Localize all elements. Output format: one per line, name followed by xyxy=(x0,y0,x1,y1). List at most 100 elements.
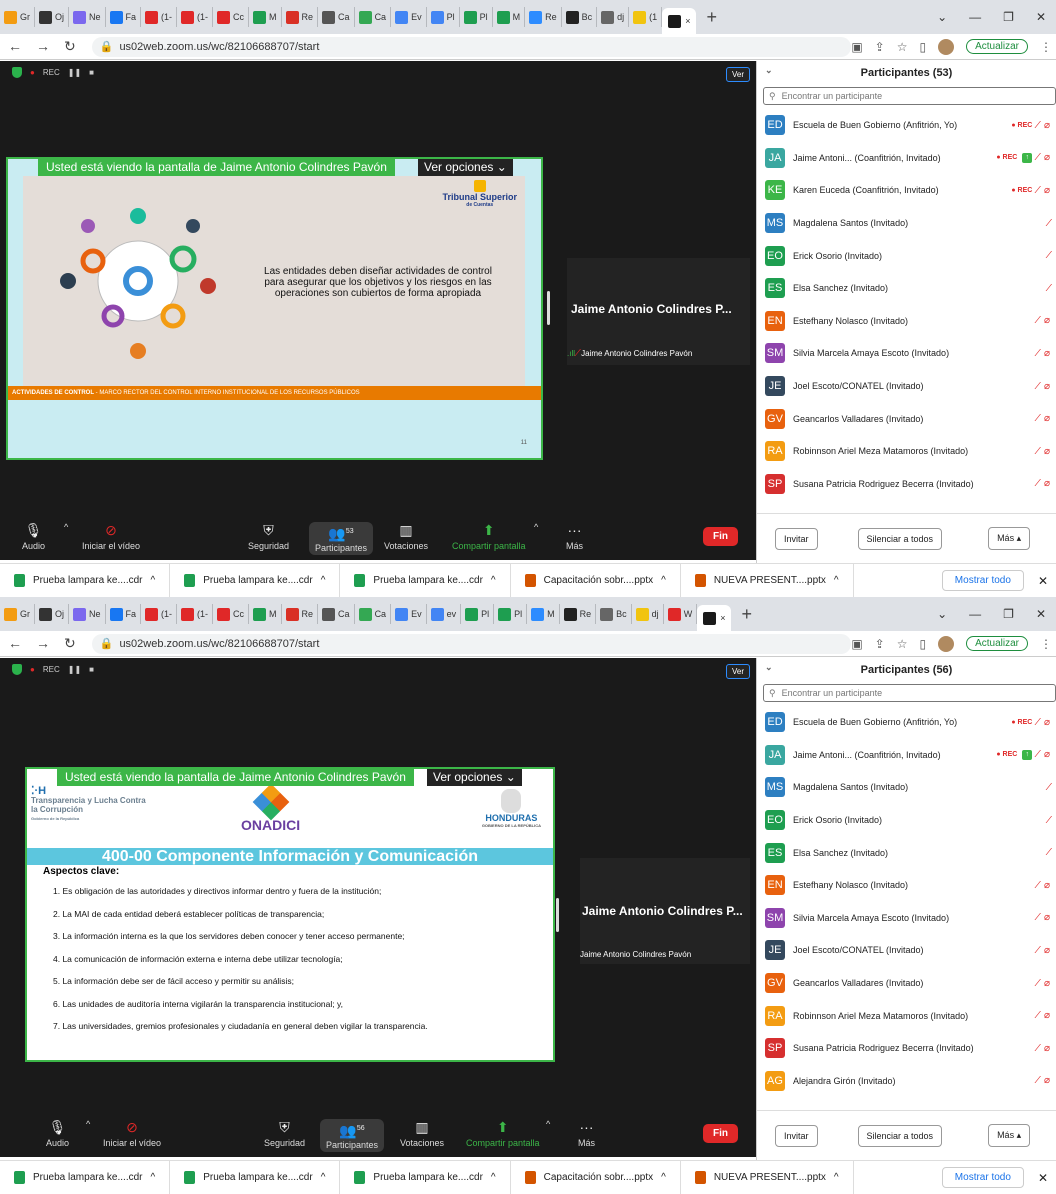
caret-up-icon[interactable]: ^ xyxy=(491,575,496,586)
participant-row[interactable]: RA Robinnson Ariel Meza Matamoros (Invita… xyxy=(757,999,1056,1032)
participant-row[interactable]: SP Susana Patricia Rodriguez Becerra (Inv… xyxy=(757,468,1056,501)
audio-caret-icon[interactable]: ^ xyxy=(86,1119,90,1129)
audio-button[interactable]: 🎙 Audio xyxy=(46,1119,69,1148)
star-icon[interactable]: ☆ xyxy=(897,637,908,651)
browser-tab[interactable]: Pl xyxy=(461,604,495,624)
security-button[interactable]: ⛨ Seguridad xyxy=(248,522,289,551)
more-options-button[interactable]: Más ▴ xyxy=(988,1124,1031,1147)
browser-tab[interactable]: Cc xyxy=(213,604,250,624)
update-button[interactable]: Actualizar xyxy=(966,39,1028,54)
participant-search[interactable]: ⚲ Encontrar un participante xyxy=(763,684,1056,702)
close-downloads-icon[interactable]: ✕ xyxy=(1038,1171,1048,1185)
participant-row[interactable]: JA Jaime Antoni... (Coanfitrión, Invitado… xyxy=(757,739,1056,772)
download-item[interactable]: Capacitación sobr....pptx ^ xyxy=(511,1160,681,1194)
ver-opciones-button[interactable]: Ver opciones ⌄ xyxy=(418,159,513,176)
browser-tab[interactable]: Ne xyxy=(69,604,106,624)
browser-tab[interactable]: M xyxy=(249,604,282,624)
download-item[interactable]: NUEVA PRESENT....pptx ^ xyxy=(681,1160,854,1194)
splitter-handle[interactable] xyxy=(547,291,550,325)
browser-tab[interactable]: Ne xyxy=(69,7,106,27)
invite-button[interactable]: Invitar xyxy=(775,1124,818,1147)
stop-icon[interactable]: ■ xyxy=(89,665,94,674)
browser-tab[interactable]: M xyxy=(493,7,526,27)
star-icon[interactable]: ☆ xyxy=(897,40,908,54)
view-button[interactable]: Ver xyxy=(725,664,750,679)
browser-tab[interactable]: Bc xyxy=(562,7,598,27)
browser-tab[interactable]: W xyxy=(664,604,698,624)
participant-row[interactable]: SP Susana Patricia Rodriguez Becerra (Inv… xyxy=(757,1032,1056,1065)
share-icon[interactable]: ⇪ xyxy=(875,637,885,651)
url-field[interactable]: 🔒 us02web.zoom.us/wc/82106688707/start xyxy=(91,633,852,654)
browser-tab[interactable]: Oj xyxy=(35,604,69,624)
share-caret-icon[interactable]: ^ xyxy=(534,522,538,532)
pause-icon[interactable]: ❚❚ xyxy=(68,68,81,77)
security-button[interactable]: ⛨ Seguridad xyxy=(264,1119,305,1148)
caret-up-icon[interactable]: ^ xyxy=(834,1172,839,1183)
browser-tab[interactable]: Re xyxy=(525,7,562,27)
collapse-icon[interactable]: ⌄ xyxy=(765,662,773,673)
browser-tab[interactable]: (1- xyxy=(141,604,178,624)
sidebar-icon[interactable]: ▯ xyxy=(919,637,926,651)
pause-icon[interactable]: ❚❚ xyxy=(68,665,81,674)
caret-up-icon[interactable]: ^ xyxy=(321,1172,326,1183)
participant-row[interactable]: EN Estefhany Nolasco (Invitado) ⁄ ⌀ xyxy=(757,305,1056,338)
video-button[interactable]: ⊘ Iniciar el vídeo xyxy=(82,522,140,551)
back-icon[interactable]: ← xyxy=(8,635,22,652)
end-button[interactable]: Fin xyxy=(703,1124,738,1143)
participant-row[interactable]: JA Jaime Antoni... (Coanfitrión, Invitado… xyxy=(757,142,1056,175)
download-item[interactable]: Prueba lampara ke....cdr ^ xyxy=(340,1160,511,1194)
show-all-button[interactable]: Mostrar todo xyxy=(941,1167,1024,1188)
caret-up-icon[interactable]: ^ xyxy=(661,575,666,586)
caret-up-icon[interactable]: ^ xyxy=(151,575,156,586)
browser-tab[interactable]: Ca xyxy=(355,7,392,27)
browser-tab[interactable]: Gr xyxy=(0,604,35,624)
browser-tab[interactable]: Ca xyxy=(355,604,392,624)
participant-row[interactable]: GV Geancarlos Valladares (Invitado) ⁄ ⌀ xyxy=(757,967,1056,1000)
browser-tab[interactable]: (1- xyxy=(177,7,214,27)
download-item[interactable]: Prueba lampara ke....cdr ^ xyxy=(170,1160,341,1194)
download-item[interactable]: Prueba lampara ke....cdr ^ xyxy=(340,563,511,597)
sidebar-icon[interactable]: ▯ xyxy=(919,40,926,54)
browser-tab[interactable]: Pl xyxy=(460,7,493,27)
extension-icon[interactable]: ▣ xyxy=(851,637,862,651)
participant-row[interactable]: ES Elsa Sanchez (Invitado) ⁄ xyxy=(757,836,1056,869)
url-field[interactable]: 🔒 us02web.zoom.us/wc/82106688707/start xyxy=(91,36,852,57)
participant-row[interactable]: ED Escuela de Buen Gobierno (Anfitrión, Y… xyxy=(757,706,1056,739)
participant-row[interactable]: ES Elsa Sanchez (Invitado) ⁄ xyxy=(757,272,1056,305)
browser-tab[interactable]: Ca xyxy=(318,7,355,27)
participant-row[interactable]: EO Erick Osorio (Invitado) ⁄ xyxy=(757,239,1056,272)
invite-button[interactable]: Invitar xyxy=(775,527,818,550)
menu-icon[interactable]: ⋮ xyxy=(1040,637,1052,651)
participant-row[interactable]: SM Silvia Marcela Amaya Escoto (Invitado)… xyxy=(757,337,1056,370)
participant-row[interactable]: ED Escuela de Buen Gobierno (Anfitrión, Y… xyxy=(757,109,1056,142)
audio-button[interactable]: 🎙 Audio xyxy=(22,522,45,551)
share-icon[interactable]: ⇪ xyxy=(875,40,885,54)
browser-tab[interactable]: (1 xyxy=(629,7,663,27)
browser-tab[interactable]: Cc xyxy=(213,7,250,27)
participant-row[interactable]: JE Joel Escoto/CONATEL (Invitado) ⁄ ⌀ xyxy=(757,370,1056,403)
chevron-down-icon[interactable]: ⌄ xyxy=(937,10,947,24)
browser-tab[interactable]: (1- xyxy=(141,7,178,27)
participant-row[interactable]: EN Estefhany Nolasco (Invitado) ⁄ ⌀ xyxy=(757,869,1056,902)
participants-button[interactable]: 👥56 Participantes xyxy=(320,1119,385,1152)
video-button[interactable]: ⊘ Iniciar el vídeo xyxy=(103,1119,161,1148)
menu-icon[interactable]: ⋮ xyxy=(1040,40,1052,54)
active-tab[interactable]: × xyxy=(662,8,697,34)
splitter-handle[interactable] xyxy=(556,898,559,932)
participant-row[interactable]: KE Karen Euceda (Coanfitrión, Invitado) ● … xyxy=(757,174,1056,207)
close-window-icon[interactable]: ✕ xyxy=(1036,607,1046,621)
participant-row[interactable]: RA Robinnson Ariel Meza Matamoros (Invita… xyxy=(757,435,1056,468)
forward-icon[interactable]: → xyxy=(36,38,50,55)
reload-icon[interactable]: ↻ xyxy=(64,635,76,652)
close-window-icon[interactable]: ✕ xyxy=(1036,10,1046,24)
browser-tab[interactable]: M xyxy=(249,7,282,27)
browser-tab[interactable]: Re xyxy=(282,7,319,27)
avatar[interactable] xyxy=(938,38,955,55)
active-tab[interactable]: × xyxy=(697,605,732,631)
participant-search[interactable]: ⚲ Encontrar un participante xyxy=(763,87,1056,105)
more-options-button[interactable]: Más ▴ xyxy=(988,527,1031,550)
browser-tab[interactable]: Re xyxy=(560,604,597,624)
close-downloads-icon[interactable]: ✕ xyxy=(1038,574,1048,588)
audio-caret-icon[interactable]: ^ xyxy=(64,522,68,532)
mute-all-button[interactable]: Silenciar a todos xyxy=(857,1124,943,1147)
